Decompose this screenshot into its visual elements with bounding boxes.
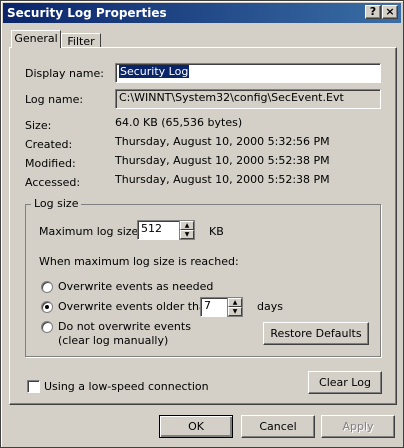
- created-label: Created:: [25, 138, 73, 151]
- restore-defaults-button[interactable]: Restore Defaults: [263, 322, 369, 345]
- clear-log-button[interactable]: Clear Log: [308, 371, 382, 394]
- older-than-spinner[interactable]: ▲ ▼: [227, 297, 243, 317]
- modified-value: Thursday, August 10, 2000 5:52:38 PM: [115, 154, 330, 167]
- cancel-button[interactable]: Cancel: [241, 415, 315, 438]
- max-log-size-unit: KB: [209, 225, 224, 238]
- close-button[interactable]: ×: [382, 5, 398, 19]
- accessed-value: Thursday, August 10, 2000 5:52:38 PM: [115, 173, 330, 186]
- size-label: Size:: [25, 119, 52, 132]
- tab-general-label: General: [14, 32, 58, 45]
- display-name-input[interactable]: Security Log: [115, 63, 381, 83]
- log-name-label: Log name:: [25, 93, 84, 106]
- accessed-label: Accessed:: [25, 176, 81, 189]
- max-log-size-label: Maximum log size:: [39, 225, 142, 238]
- low-speed-label[interactable]: Using a low-speed connection: [44, 380, 209, 394]
- modified-label: Modified:: [25, 157, 76, 170]
- when-reached-label: When maximum log size is reached:: [39, 255, 239, 268]
- apply-button[interactable]: Apply: [321, 415, 395, 438]
- tab-general[interactable]: General: [11, 30, 61, 48]
- created-value: Thursday, August 10, 2000 5:32:56 PM: [115, 135, 330, 148]
- max-log-size-spinner[interactable]: ▲ ▼: [179, 220, 195, 240]
- ok-button[interactable]: OK: [159, 415, 233, 438]
- size-value: 64.0 KB (65,536 bytes): [115, 116, 243, 129]
- window-title: Security Log Properties: [7, 6, 167, 20]
- overwrite-older-than-label[interactable]: Overwrite events older than: [58, 300, 213, 314]
- help-button[interactable]: ?: [365, 5, 381, 19]
- older-than-value: 7: [204, 299, 211, 312]
- restore-defaults-label: Restore Defaults: [270, 327, 362, 340]
- clear-manually-note: (clear log manually): [58, 334, 169, 347]
- cancel-label: Cancel: [259, 420, 297, 433]
- log-size-group-title: Log size: [31, 197, 82, 211]
- overwrite-as-needed-label[interactable]: Overwrite events as needed: [58, 280, 213, 294]
- log-name-field: C:\WINNT\System32\config\SecEvent.Evt: [115, 89, 381, 109]
- older-than-unit: days: [257, 300, 283, 313]
- spin-down-icon[interactable]: ▼: [180, 230, 194, 239]
- max-log-size-value: 512: [141, 222, 162, 235]
- ok-label: OK: [188, 420, 204, 433]
- apply-label: Apply: [342, 420, 374, 433]
- radio-do-not-overwrite[interactable]: [41, 321, 53, 333]
- spin-up-icon[interactable]: ▲: [180, 221, 194, 230]
- spin-up-icon[interactable]: ▲: [228, 298, 242, 307]
- spin-down-icon[interactable]: ▼: [228, 307, 242, 316]
- do-not-overwrite-label[interactable]: Do not overwrite events: [58, 320, 191, 334]
- clear-log-label: Clear Log: [319, 376, 371, 389]
- properties-dialog: Security Log Properties ? × General Filt…: [0, 0, 404, 448]
- tab-filter[interactable]: Filter: [61, 33, 101, 48]
- display-name-value: Security Log: [119, 65, 190, 78]
- display-name-label: Display name:: [25, 67, 104, 80]
- radio-overwrite-as-needed[interactable]: [41, 281, 53, 293]
- low-speed-checkbox[interactable]: [27, 380, 40, 393]
- title-bar[interactable]: Security Log Properties ? ×: [3, 3, 401, 23]
- log-name-value: C:\WINNT\System32\config\SecEvent.Evt: [119, 91, 344, 104]
- radio-overwrite-older-than[interactable]: [41, 301, 53, 313]
